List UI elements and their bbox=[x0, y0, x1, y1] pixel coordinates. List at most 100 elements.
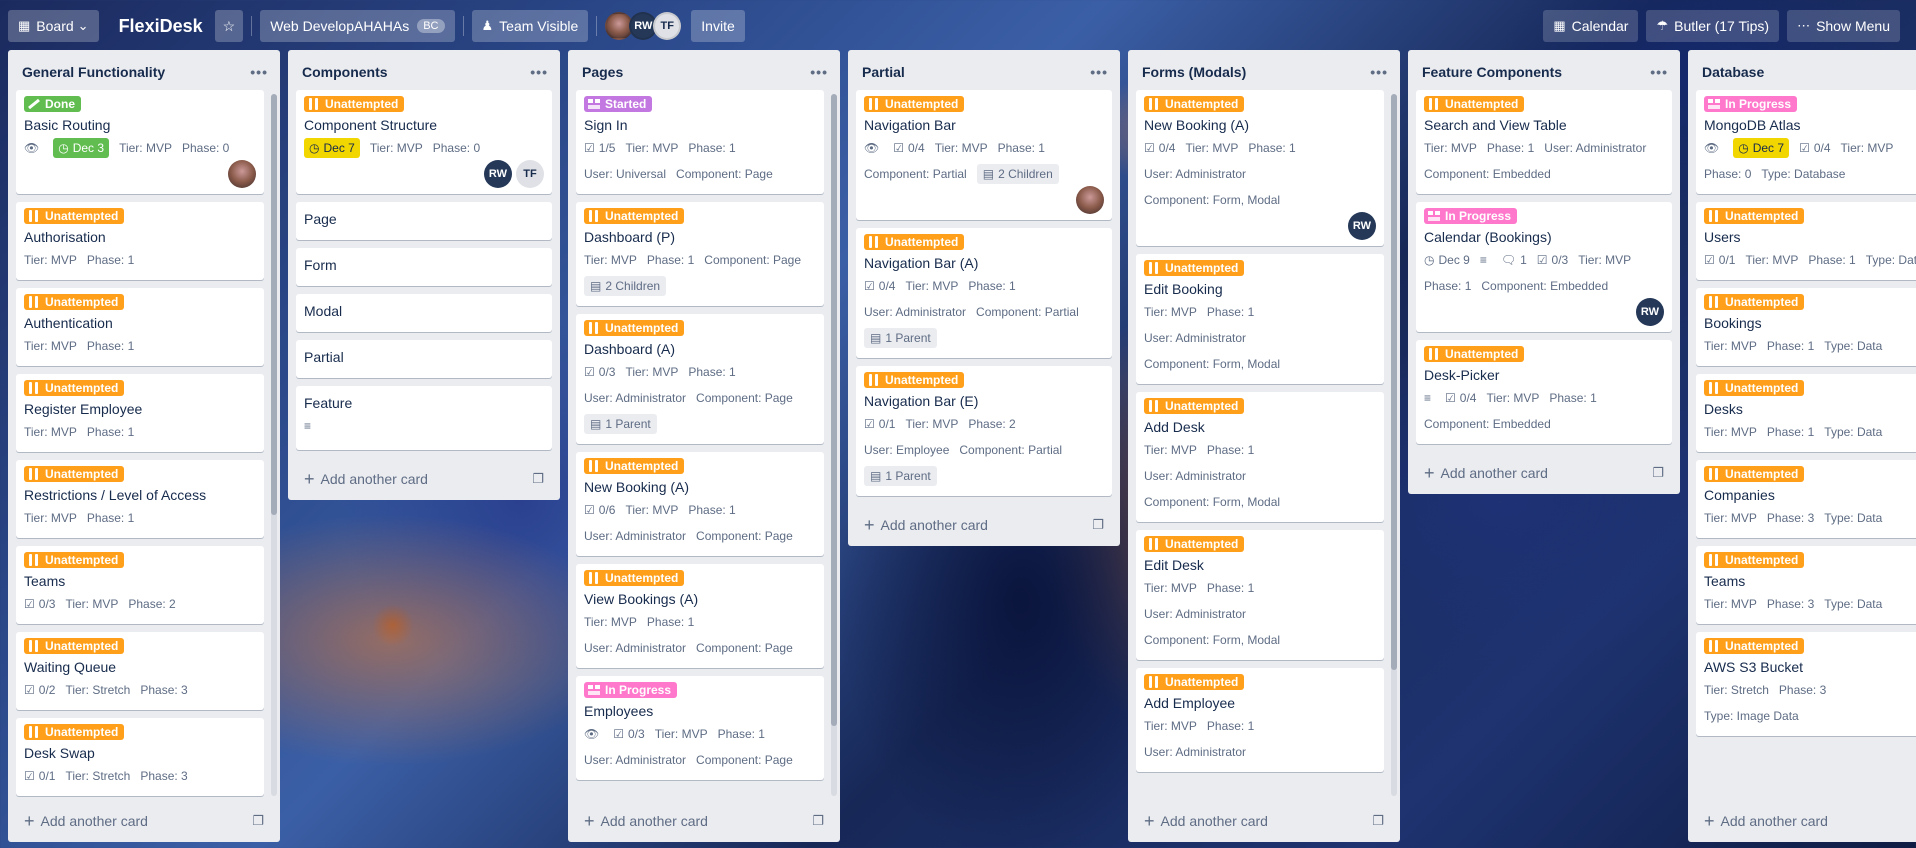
card[interactable]: Modal bbox=[296, 294, 552, 332]
invite-button[interactable]: Invite bbox=[691, 10, 745, 42]
clock-badge[interactable]: ◷ Dec 7 bbox=[304, 138, 360, 158]
template-icon[interactable]: ❐ bbox=[252, 813, 264, 829]
list-title[interactable]: Forms (Modals) bbox=[1142, 64, 1246, 80]
card[interactable]: Done Basic Routing 👁 ◷ Dec 3 Tier: MVP Phase: … bbox=[16, 90, 264, 194]
card[interactable]: Unattempted Authentication Tier: MVP Phase:… bbox=[16, 288, 264, 366]
card[interactable]: Unattempted Dashboard (A) ☑ 0/3 Tier: MVP Pha… bbox=[576, 314, 824, 444]
card[interactable]: Page bbox=[296, 202, 552, 240]
list-scrollbar[interactable] bbox=[271, 94, 277, 796]
member-avatar[interactable]: TF bbox=[653, 12, 682, 40]
card[interactable]: Feature ≡ bbox=[296, 386, 552, 450]
list-title[interactable]: Components bbox=[302, 64, 388, 80]
card[interactable]: Unattempted Search and View Table Tier: MV… bbox=[1416, 90, 1672, 194]
list-scrollbar[interactable] bbox=[1391, 94, 1397, 796]
add-card-button[interactable]: +Add another card❐ bbox=[1128, 800, 1400, 842]
card[interactable]: Unattempted Component Structure ◷ Dec 7 Tier… bbox=[296, 90, 552, 194]
list-header[interactable]: Feature Components ••• bbox=[1408, 50, 1680, 90]
list-header[interactable]: General Functionality ••• bbox=[8, 50, 280, 90]
tier-badge: Tier: MVP bbox=[119, 138, 172, 158]
member-avatar-photo[interactable] bbox=[228, 160, 256, 188]
card[interactable]: Unattempted New Booking (A) ☑ 0/6 Tier: MVP P… bbox=[576, 452, 824, 556]
list-menu-icon[interactable]: ••• bbox=[1370, 64, 1388, 80]
card[interactable]: Partial bbox=[296, 340, 552, 378]
list-menu-icon[interactable]: ••• bbox=[810, 64, 828, 80]
member-avatar-photo[interactable] bbox=[1076, 186, 1104, 214]
card[interactable]: Unattempted Navigation Bar 👁 ☑ 0/4 Tier: MVP P… bbox=[856, 90, 1112, 220]
list-scrollbar-thumb[interactable] bbox=[1391, 94, 1397, 670]
card[interactable]: Started Sign In ☑ 1/5 Tier: MVP Phase: 1 User:… bbox=[576, 90, 824, 194]
list-title[interactable]: Partial bbox=[862, 64, 905, 80]
star-button[interactable]: ☆ bbox=[214, 10, 244, 42]
butler-button[interactable]: ☂ Butler (17 Tips) bbox=[1646, 10, 1780, 42]
card[interactable]: Unattempted Add Employee Tier: MVP Phase: 1… bbox=[1136, 668, 1384, 772]
member-avatar[interactable]: RW bbox=[484, 160, 512, 188]
clock-badge[interactable]: ◷ Dec 7 bbox=[1733, 138, 1790, 158]
card[interactable]: Unattempted Register Employee Tier: MVP Pha… bbox=[16, 374, 264, 452]
card[interactable]: Unattempted Companies Tier: MVP Phase: 3 Typ… bbox=[1696, 460, 1916, 538]
member-avatar[interactable]: TF bbox=[516, 160, 544, 188]
card[interactable]: In Progress Calendar (Bookings) ◷ Dec 9 ≡ 🗨 1 ☑… bbox=[1416, 202, 1672, 332]
member-avatar[interactable]: RW bbox=[1348, 212, 1376, 240]
list-scrollbar-thumb[interactable] bbox=[831, 94, 837, 726]
card[interactable]: Unattempted Edit Desk Tier: MVP Phase: 1 Use… bbox=[1136, 530, 1384, 660]
list-scrollbar[interactable] bbox=[831, 94, 837, 796]
card[interactable]: Form bbox=[296, 248, 552, 286]
card[interactable]: Unattempted Restrictions / Level of Acces… bbox=[16, 460, 264, 538]
phase-text: Phase: 2 bbox=[968, 417, 1016, 431]
template-icon[interactable]: ❐ bbox=[812, 813, 824, 829]
workspace-button[interactable]: Web DevelopAHAHAs BC bbox=[260, 10, 455, 42]
card[interactable]: Unattempted Navigation Bar (E) ☑ 0/1 Tier: M… bbox=[856, 366, 1112, 496]
add-card-button[interactable]: +Add another card❐ bbox=[1408, 452, 1680, 494]
clock-badge[interactable]: ◷ Dec 3 bbox=[53, 138, 110, 158]
add-card-button[interactable]: +Add another card❐ bbox=[8, 800, 280, 842]
list-menu-icon[interactable]: ••• bbox=[1650, 64, 1668, 80]
template-icon[interactable]: ❐ bbox=[532, 471, 544, 487]
add-card-button[interactable]: +Add another card❐ bbox=[848, 504, 1120, 546]
list-header[interactable]: Database••• bbox=[1688, 50, 1916, 90]
list-menu-icon[interactable]: ••• bbox=[250, 64, 268, 80]
card[interactable]: Unattempted Desk-Picker ≡ ☑ 0/4 Tier: MVP Phas… bbox=[1416, 340, 1672, 444]
card[interactable]: Unattempted Waiting Queue ☑ 0/2 Tier: Stretc… bbox=[16, 632, 264, 710]
card[interactable]: Unattempted Bookings Tier: MVP Phase: 1 Type… bbox=[1696, 288, 1916, 366]
member-avatar[interactable]: RW bbox=[1636, 298, 1664, 326]
card[interactable]: In Progress Employees 👁 ☑ 0/3 Tier: MVP Phase:… bbox=[576, 676, 824, 780]
visibility-button[interactable]: ♟ Team Visible bbox=[471, 10, 589, 42]
add-card-button[interactable]: +Add another card❐ bbox=[568, 800, 840, 842]
add-card-button[interactable]: +Add another card❐ bbox=[288, 458, 560, 500]
card[interactable]: Unattempted Desks Tier: MVP Phase: 1 Type: D… bbox=[1696, 374, 1916, 452]
status-label: Unattempted bbox=[1144, 674, 1245, 690]
list-title[interactable]: Database bbox=[1702, 64, 1764, 80]
list-header[interactable]: Pages ••• bbox=[568, 50, 840, 90]
card[interactable]: Unattempted View Bookings (A) Tier: MVP Pha… bbox=[576, 564, 824, 668]
list-header[interactable]: Partial ••• bbox=[848, 50, 1120, 90]
list-menu-icon[interactable]: ••• bbox=[1090, 64, 1108, 80]
card[interactable]: Unattempted Teams Tier: MVP Phase: 3 Type: D… bbox=[1696, 546, 1916, 624]
list-title[interactable]: Feature Components bbox=[1422, 64, 1562, 80]
card[interactable]: Unattempted Teams ☑ 0/3 Tier: MVP Phase: 2 bbox=[16, 546, 264, 624]
card[interactable]: Unattempted Users ☑ 0/1 Tier: MVP Phase: 1 Typ… bbox=[1696, 202, 1916, 280]
card[interactable]: Unattempted Desk Swap ☑ 0/1 Tier: Stretch Pha… bbox=[16, 718, 264, 796]
list-title[interactable]: Pages bbox=[582, 64, 623, 80]
card[interactable]: Unattempted New Booking (A) ☑ 0/4 Tier: MVP P… bbox=[1136, 90, 1384, 246]
card[interactable]: In Progress MongoDB Atlas 👁 ◷ Dec 7 ☑ 0/4 Tier:… bbox=[1696, 90, 1916, 194]
card[interactable]: Unattempted Authorisation Tier: MVP Phase: … bbox=[16, 202, 264, 280]
board-switcher-button[interactable]: ▦ Board ⌄ bbox=[8, 10, 99, 42]
calendar-button[interactable]: ▦ Calendar bbox=[1543, 10, 1639, 42]
list-scrollbar-thumb[interactable] bbox=[271, 94, 277, 516]
card[interactable]: Unattempted Edit Booking Tier: MVP Phase: 1… bbox=[1136, 254, 1384, 384]
card[interactable]: Unattempted Add Desk Tier: MVP Phase: 1 User… bbox=[1136, 392, 1384, 522]
phase-badge: Phase: 1 bbox=[87, 508, 134, 528]
list-menu-icon[interactable]: ••• bbox=[530, 64, 548, 80]
board-title[interactable]: FlexiDesk bbox=[119, 16, 203, 37]
card[interactable]: Unattempted Navigation Bar (A) ☑ 0/4 Tier: M… bbox=[856, 228, 1112, 358]
card[interactable]: Unattempted AWS S3 Bucket Tier: Stretch Pha… bbox=[1696, 632, 1916, 736]
list-title[interactable]: General Functionality bbox=[22, 64, 165, 80]
template-icon[interactable]: ❐ bbox=[1372, 813, 1384, 829]
card[interactable]: Unattempted Dashboard (P) Tier: MVP Phase: … bbox=[576, 202, 824, 306]
show-menu-button[interactable]: ⋯ Show Menu bbox=[1787, 10, 1900, 42]
template-icon[interactable]: ❐ bbox=[1652, 465, 1664, 481]
list-header[interactable]: Components ••• bbox=[288, 50, 560, 90]
add-card-button[interactable]: +Add another card❐ bbox=[1688, 800, 1916, 842]
template-icon[interactable]: ❐ bbox=[1092, 517, 1104, 533]
list-header[interactable]: Forms (Modals) ••• bbox=[1128, 50, 1400, 90]
